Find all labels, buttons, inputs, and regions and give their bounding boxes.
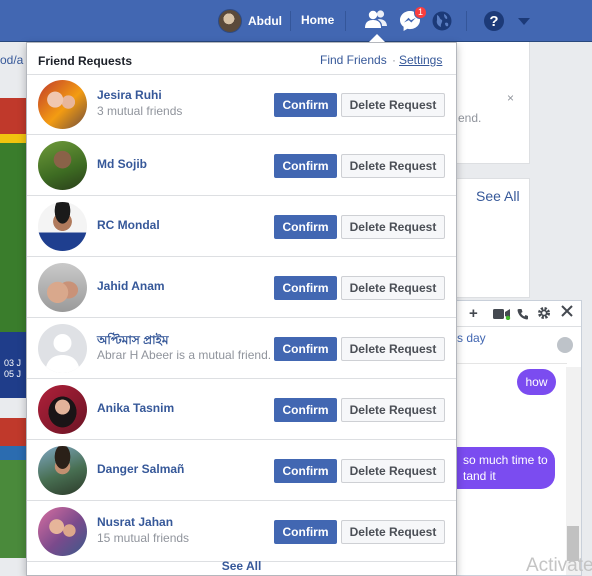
chat-context-text: s day xyxy=(457,331,486,345)
dropdown-header: Friend Requests Find Friends · Settings xyxy=(27,43,456,75)
chat-message-text: so much time to xyxy=(463,453,548,467)
help-icon[interactable]: ? xyxy=(483,10,505,35)
mutual-friends[interactable]: Abrar H Abeer is a mutual friend. xyxy=(97,348,271,362)
chat-window: + s day how so much time to tand it xyxy=(455,300,582,576)
settings-link[interactable]: Settings xyxy=(399,53,442,67)
delete-request-button[interactable]: Delete Request xyxy=(341,398,445,422)
chat-header: + xyxy=(457,301,581,327)
request-name[interactable]: Nusrat Jahan xyxy=(97,515,173,529)
request-name[interactable]: Jesira Ruhi xyxy=(97,88,162,102)
friend-requests-dropdown: Friend Requests Find Friends · Settings … xyxy=(26,42,457,576)
gear-icon[interactable] xyxy=(537,306,551,324)
friend-request-row: Jahid Anam Confirm Delete Request xyxy=(27,257,456,318)
default-avatar-icon xyxy=(45,334,80,373)
divider xyxy=(345,11,346,31)
find-friends-link[interactable]: Find Friends xyxy=(320,53,387,67)
chat-message-text: tand it xyxy=(463,469,496,483)
delete-request-button[interactable]: Delete Request xyxy=(341,93,445,117)
confirm-button[interactable]: Confirm xyxy=(274,520,337,544)
profile-name: Abdul xyxy=(248,14,282,28)
ad-banner-text: 03 J 05 J xyxy=(4,358,21,380)
home-link[interactable]: Home xyxy=(301,13,334,27)
chat-message: so much time to tand it xyxy=(455,447,555,489)
divider xyxy=(290,11,291,31)
video-icon[interactable] xyxy=(493,307,511,324)
request-name[interactable]: Danger Salmañ xyxy=(97,462,184,476)
friend-request-row: Anika Tasnim Confirm Delete Request xyxy=(27,379,456,440)
delete-request-button[interactable]: Delete Request xyxy=(341,215,445,239)
chevron-down-icon[interactable] xyxy=(518,15,530,29)
ad-banner-secondary[interactable] xyxy=(0,418,26,558)
messages-badge: 1 xyxy=(414,6,428,19)
delete-request-button[interactable]: Delete Request xyxy=(341,154,445,178)
background-link[interactable]: od/a xyxy=(0,53,23,67)
divider xyxy=(466,11,467,31)
messenger-icon xyxy=(557,337,573,353)
friend-request-row: Danger Salmañ Confirm Delete Request xyxy=(27,440,456,501)
avatar[interactable] xyxy=(38,324,87,373)
dropdown-caret xyxy=(369,34,385,42)
delete-request-button[interactable]: Delete Request xyxy=(341,520,445,544)
close-icon[interactable] xyxy=(560,304,574,322)
avatar xyxy=(218,9,242,33)
see-all-link[interactable]: See All xyxy=(222,559,262,573)
confirm-button[interactable]: Confirm xyxy=(274,459,337,483)
phone-icon[interactable] xyxy=(517,307,529,324)
ad-line: 03 J xyxy=(4,358,22,368)
delete-request-button[interactable]: Delete Request xyxy=(341,459,445,483)
request-name[interactable]: Jahid Anam xyxy=(97,279,165,293)
divider xyxy=(457,363,567,364)
ad-line: 05 J xyxy=(4,369,22,379)
plus-icon[interactable]: + xyxy=(469,305,478,322)
separator: · xyxy=(392,53,396,67)
friend-request-row: RC Mondal Confirm Delete Request xyxy=(27,196,456,257)
globe-icon[interactable] xyxy=(431,10,453,35)
avatar[interactable] xyxy=(38,446,87,495)
dropdown-title: Friend Requests xyxy=(38,54,133,68)
request-name[interactable]: Md Sojib xyxy=(97,157,147,171)
notice-text-fragment: end. xyxy=(458,111,482,125)
avatar[interactable] xyxy=(38,263,87,312)
ad-banner[interactable] xyxy=(0,98,26,398)
request-name[interactable]: Anika Tasnim xyxy=(97,401,174,415)
delete-request-button[interactable]: Delete Request xyxy=(341,337,445,361)
close-icon[interactable]: × xyxy=(507,91,514,105)
top-navbar: Abdul Home 1 ? xyxy=(0,0,592,42)
confirm-button[interactable]: Confirm xyxy=(274,215,337,239)
activation-watermark: Activate xyxy=(526,555,592,576)
confirm-button[interactable]: Confirm xyxy=(274,276,337,300)
friend-request-row: Jesira Ruhi 3 mutual friends Confirm Del… xyxy=(27,74,456,135)
chat-message: how xyxy=(517,369,556,395)
request-name[interactable]: RC Mondal xyxy=(97,218,160,232)
notice-card xyxy=(456,42,530,164)
mutual-friends[interactable]: 15 mutual friends xyxy=(97,531,189,545)
confirm-button[interactable]: Confirm xyxy=(274,93,337,117)
friends-icon[interactable] xyxy=(364,9,388,34)
confirm-button[interactable]: Confirm xyxy=(274,398,337,422)
avatar[interactable] xyxy=(38,202,87,251)
avatar[interactable] xyxy=(38,141,87,190)
dropdown-footer: See All xyxy=(27,549,456,575)
friend-request-row: অপ্টিমাস প্রাইম Abrar H Abeer is a mutua… xyxy=(27,318,456,379)
see-all-link[interactable]: See All xyxy=(476,188,520,204)
friend-request-row: Md Sojib Confirm Delete Request xyxy=(27,135,456,196)
confirm-button[interactable]: Confirm xyxy=(274,154,337,178)
profile-link[interactable]: Abdul xyxy=(218,8,282,34)
avatar[interactable] xyxy=(38,80,87,129)
svg-text:?: ? xyxy=(489,13,498,30)
mutual-friends[interactable]: 3 mutual friends xyxy=(97,104,182,118)
confirm-button[interactable]: Confirm xyxy=(274,337,337,361)
chat-message-text: how xyxy=(525,375,548,389)
delete-request-button[interactable]: Delete Request xyxy=(341,276,445,300)
avatar[interactable] xyxy=(38,385,87,434)
